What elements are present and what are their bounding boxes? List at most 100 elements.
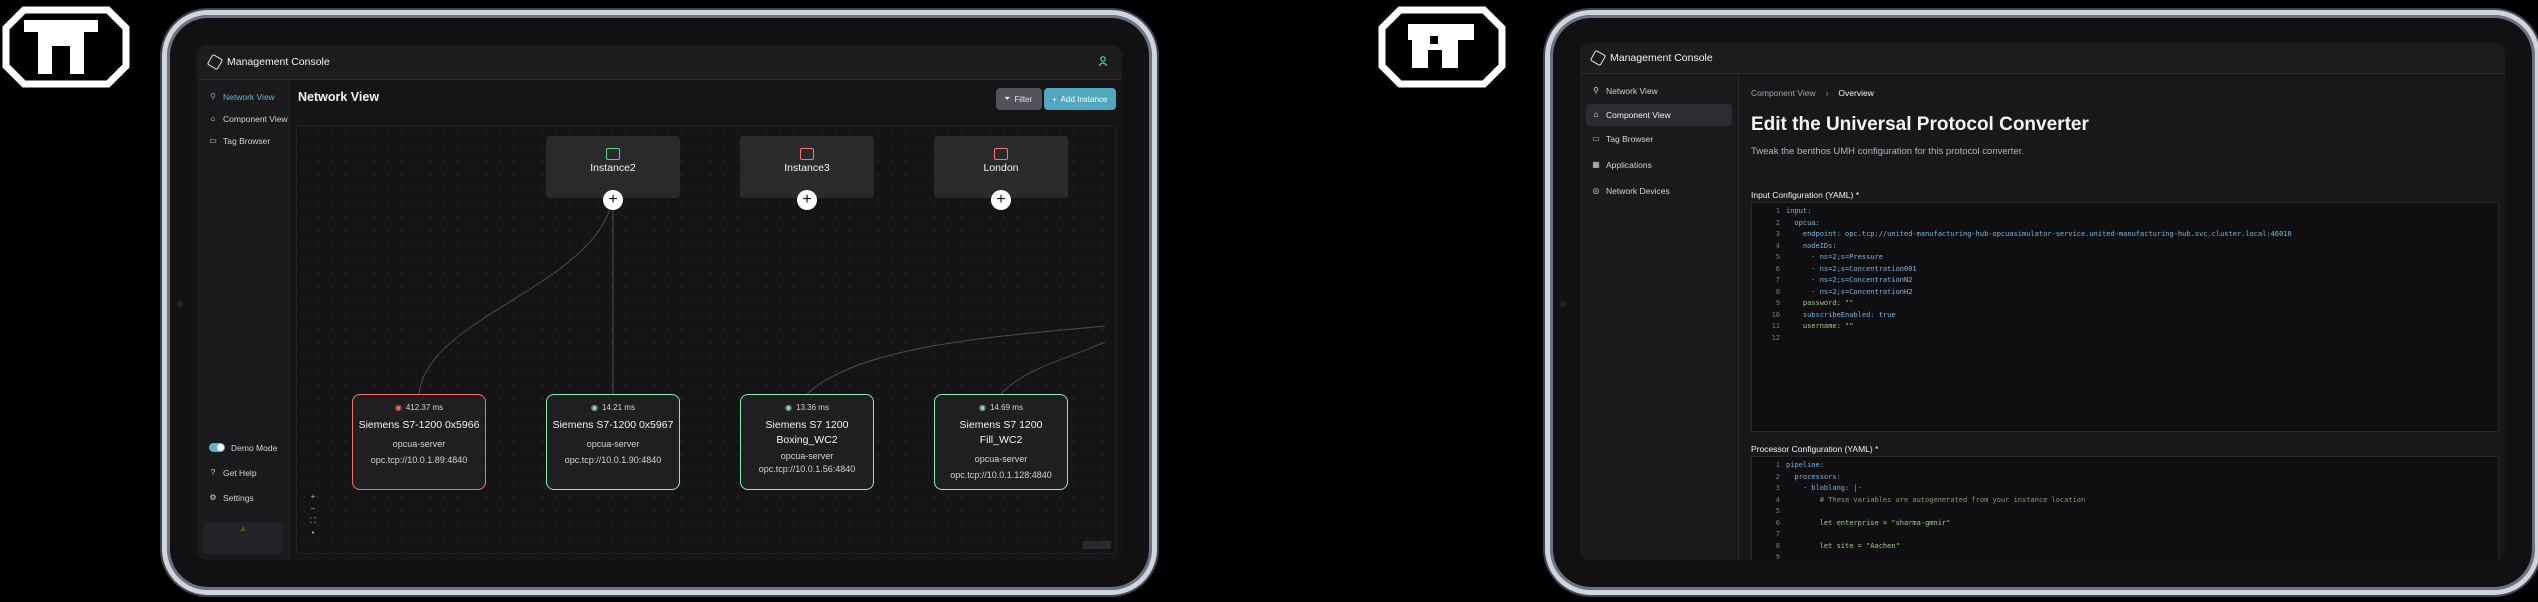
code-line: pipeline:: [1786, 461, 1824, 469]
line-number: 5: [1775, 253, 1780, 261]
device-type: opcua-server: [586, 439, 640, 449]
input-config-editor[interactable]: 1 input: 2 opcua: 3 endpoint: opc.tcp://uni…: [1751, 202, 2499, 432]
code-line: opcua:: [1786, 218, 1820, 227]
code-line: - bloblang: |-: [1786, 484, 1862, 492]
breadcrumb-item: Overview: [1838, 88, 1874, 98]
network-icon: ⚲: [210, 92, 216, 101]
app-window: Management Console ⚲ Network View ⌂ Comp…: [1580, 43, 2505, 560]
zoom-controls: + − ⛶ ▪: [307, 491, 319, 539]
line-number: 10: [1771, 310, 1780, 319]
get-help-link[interactable]: ? Get Help: [197, 460, 289, 485]
line-number: 1: [1775, 461, 1780, 469]
zoom-in-button[interactable]: +: [307, 491, 319, 503]
sidebar-item-component-view[interactable]: ⌂ Component View: [1586, 104, 1732, 126]
device-node[interactable]: ◉ 14.21 ms Siemens S7-1200 0x5967 opcua-s…: [546, 394, 680, 490]
help-icon: ?: [210, 467, 216, 477]
fit-view-button[interactable]: ⛶: [307, 515, 319, 527]
signal-icon: ◉: [979, 403, 987, 412]
umh-logo: [2, 6, 130, 88]
code-line: password: "": [1786, 299, 1854, 307]
camera-dot: [1560, 301, 1566, 307]
instance-node[interactable]: London +: [934, 136, 1068, 210]
code-line: endpoint: opc.tcp://united-manufacturing…: [1786, 230, 2292, 238]
processor-config-editor[interactable]: 1 pipeline: 2 processors: 3 - bloblang: |- 4…: [1751, 456, 2499, 560]
breadcrumb: Component View › Overview: [1751, 88, 1874, 98]
settings-link[interactable]: ⚙ Settings: [197, 485, 289, 510]
umh-logo: [1378, 6, 1506, 88]
tag-icon: ▭: [209, 136, 217, 145]
line-number: 9: [1775, 299, 1780, 307]
sidebar-item-label: Component View: [223, 114, 288, 124]
code-line: processors:: [1786, 472, 1841, 481]
device-node[interactable]: ◉ 14.69 ms Siemens S7 1200 Fill_WC2 opcua…: [934, 394, 1068, 490]
page-subtitle: Tweak the benthos UMH configuration for …: [1751, 146, 2024, 157]
server-icon: [606, 148, 620, 160]
sidebar-item-network-view[interactable]: ⚲ Network View: [197, 86, 289, 108]
line-number: 3: [1775, 230, 1780, 238]
chevron-right-icon: ›: [1825, 88, 1829, 98]
code-line: nodeIDs:: [1786, 241, 1837, 250]
device-node[interactable]: ◉ 412.37 ms Siemens S7-1200 0x5966 opcua-…: [352, 394, 486, 490]
line-number: 1: [1775, 207, 1780, 215]
device-node[interactable]: ◉ 13.36 ms Siemens S7 1200 Boxing_WC2 opc…: [740, 394, 874, 490]
sidebar-item-label: Network Devices: [1606, 186, 1670, 196]
code-line: # These variables are autogenerated from…: [1786, 495, 2086, 504]
line-number: 12: [1771, 333, 1780, 342]
tablet-right: Management Console ⚲ Network View ⌂ Comp…: [1545, 10, 2538, 595]
toggle-switch[interactable]: [209, 443, 225, 452]
warning-icon: ⚠: [240, 527, 246, 533]
breadcrumb-item[interactable]: Component View: [1751, 88, 1816, 98]
instance-name: Instance2: [590, 162, 636, 174]
add-connection-button[interactable]: +: [603, 190, 623, 210]
line-number: 8: [1775, 541, 1780, 550]
instance-node[interactable]: Instance3 +: [740, 136, 874, 210]
add-instance-button[interactable]: + Add Instance: [1044, 88, 1116, 110]
sidebar-item-label: Component View: [1606, 110, 1671, 120]
device-name: Siemens S7 1200 Boxing_WC2: [765, 419, 849, 446]
sidebar-item-label: Network View: [1606, 86, 1658, 96]
line-number: 4: [1775, 241, 1780, 250]
lock-icon[interactable]: ▪: [307, 527, 319, 539]
code-line: input:: [1786, 207, 1812, 215]
device-address: opc.tcp://10.0.1.128:4840: [950, 470, 1052, 480]
sidebar-item-tag-browser[interactable]: ▭ Tag Browser: [1580, 126, 1738, 152]
add-connection-button[interactable]: +: [797, 190, 817, 210]
signal-icon: ◉: [394, 403, 402, 412]
sidebar-item-network-view[interactable]: ⚲ Network View: [1580, 78, 1738, 104]
page-title: Edit the Universal Protocol Converter: [1751, 114, 2089, 135]
sidebar-item-network-devices[interactable]: ◎ Network Devices: [1580, 178, 1738, 204]
signal-icon: ◉: [591, 403, 599, 412]
network-devices-icon: ◎: [1592, 186, 1600, 195]
device-address: opc.tcp://10.0.1.56:4840: [758, 464, 856, 474]
line-number: 3: [1775, 484, 1780, 492]
app-title: Management Console: [227, 56, 330, 68]
tablet-left: Management Console ⚲ Network View ⌂ Comp…: [162, 10, 1157, 595]
device-name: Siemens S7-1200 0x5967: [552, 419, 674, 431]
line-number: 9: [1775, 553, 1780, 560]
latency-label: 412.37 ms: [405, 403, 444, 412]
sidebar-item-component-view[interactable]: ⌂ Component View: [197, 108, 289, 130]
sidebar-item-tag-browser[interactable]: ▭ Tag Browser: [197, 130, 289, 152]
zoom-out-button[interactable]: −: [307, 503, 319, 515]
sidebar: ⚲ Network View ⌂ Component View ▭ Tag Br…: [197, 80, 290, 560]
latency-label: 14.69 ms: [990, 403, 1023, 412]
demo-mode-toggle[interactable]: Demo Mode: [197, 435, 289, 460]
camera-dot: [177, 301, 183, 307]
sidebar: ⚲ Network View ⌂ Component View ▭ Tag Br…: [1580, 74, 1739, 560]
applications-icon: ▦: [1592, 160, 1600, 169]
sidebar-item-label: Network View: [223, 92, 275, 102]
sidebar-item-applications[interactable]: ▦ Applications: [1580, 152, 1738, 178]
processor-config-label: Processor Configuration (YAML) *: [1751, 444, 1879, 454]
network-canvas[interactable]: Instance2 + Instance3 + London + ◉ 412.37…: [296, 125, 1116, 554]
main-content: Component View › Overview Edit the Unive…: [1739, 74, 2505, 560]
instance-node[interactable]: Instance2 +: [546, 136, 680, 210]
device-address: opc.tcp://10.0.1.90:4840: [564, 455, 662, 465]
line-number: 6: [1775, 264, 1780, 273]
code-line: - ns=2;s=Pressure: [1786, 253, 1883, 261]
add-connection-button[interactable]: +: [991, 190, 1011, 210]
brand: Management Console: [197, 53, 330, 71]
signal-icon: ◉: [785, 403, 793, 412]
filter-button[interactable]: ⏷ Filter: [996, 88, 1042, 110]
latency-label: 14.21 ms: [602, 403, 635, 412]
user-icon[interactable]: [1098, 56, 1108, 66]
